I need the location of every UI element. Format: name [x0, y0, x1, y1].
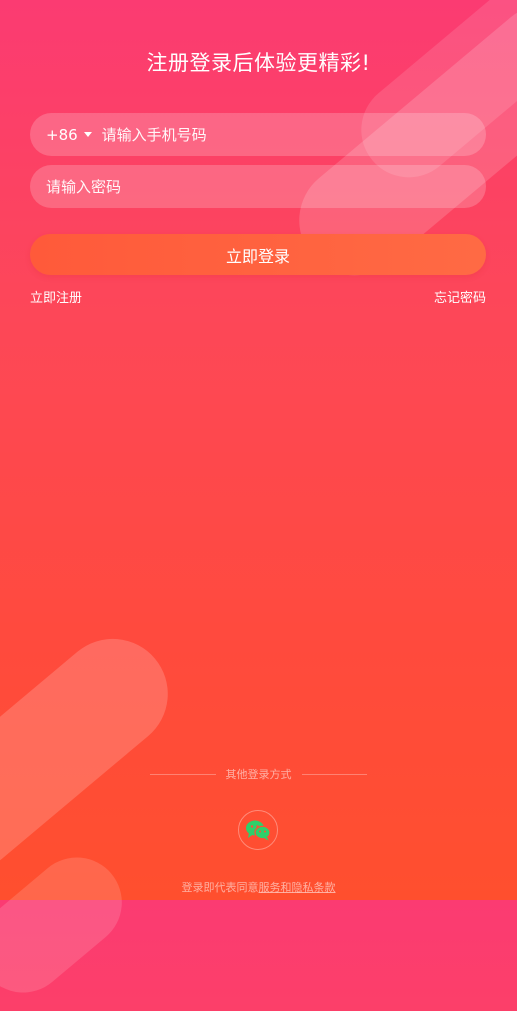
other-login-divider: 其他登录方式: [150, 766, 367, 782]
agreement-prefix: 登录即代表同意: [181, 881, 259, 894]
page-title: 注册登录后体验更精彩!: [146, 51, 371, 75]
country-code-selector[interactable]: +86: [46, 126, 92, 144]
terms-link[interactable]: 服务和隐私条款: [259, 881, 336, 894]
divider-line: [150, 773, 216, 775]
phone-field: +86: [30, 113, 486, 156]
wechat-icon: [246, 820, 271, 841]
phone-input[interactable]: [101, 125, 470, 144]
wechat-login-button[interactable]: [238, 810, 278, 850]
decorative-stripe: [0, 616, 191, 894]
divider-line: [301, 773, 367, 775]
password-field: [30, 165, 486, 208]
decorative-stripe: [0, 839, 141, 1011]
country-code-label: +86: [46, 125, 78, 144]
caret-down-icon: [83, 132, 92, 137]
other-login-label: 其他登录方式: [225, 768, 292, 781]
login-button[interactable]: 立即登录: [30, 234, 486, 275]
register-link[interactable]: 立即注册: [30, 287, 82, 306]
password-input[interactable]: [46, 177, 470, 196]
forgot-password-link[interactable]: 忘记密码: [434, 287, 486, 306]
agreement-text: 登录即代表同意服务和隐私条款: [0, 879, 517, 895]
